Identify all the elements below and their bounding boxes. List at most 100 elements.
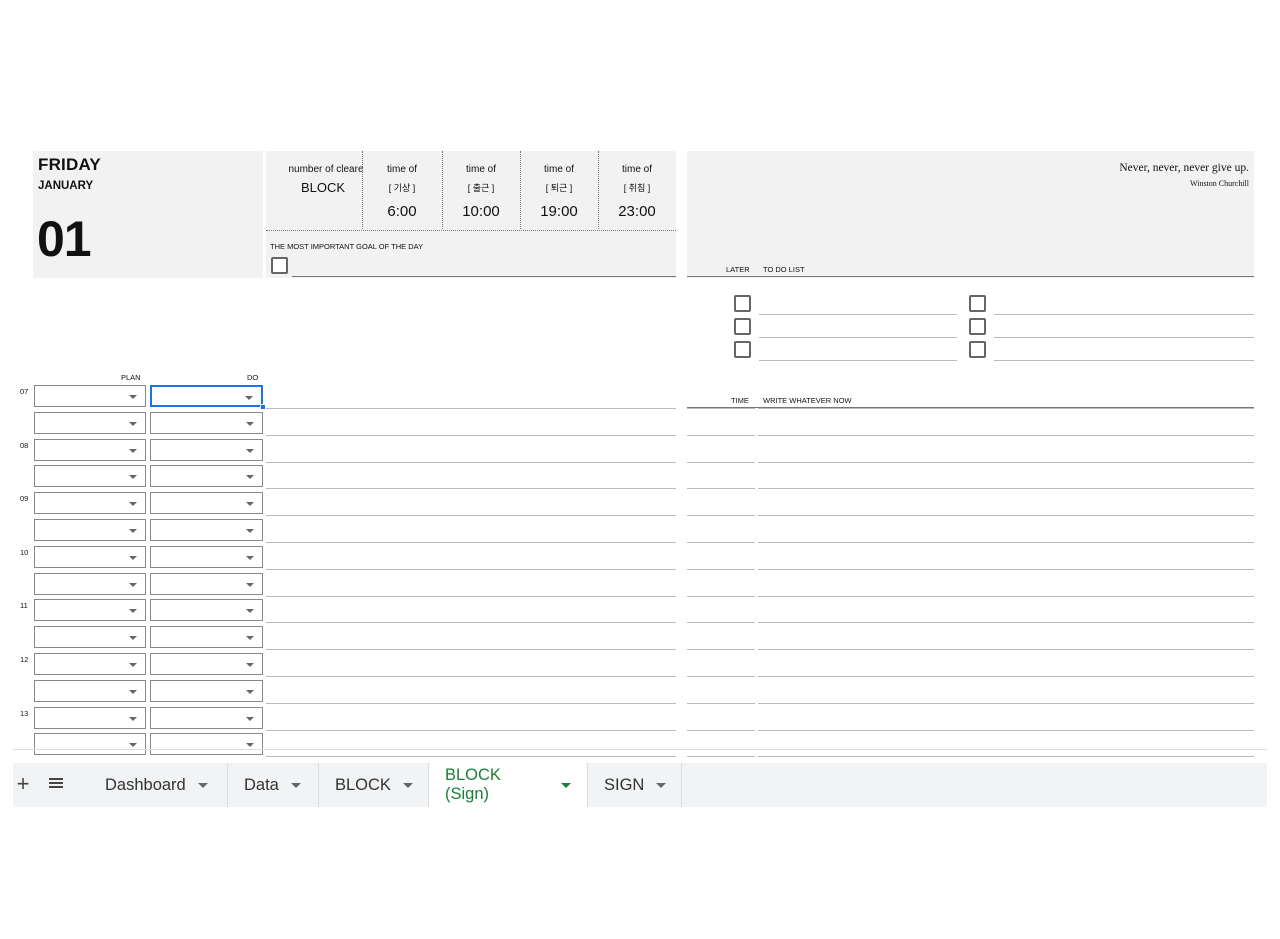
chevron-down-icon[interactable] bbox=[246, 502, 254, 506]
memo-row-line[interactable] bbox=[266, 542, 676, 543]
work-start-time-cell[interactable]: time of [ 출근 ] 10:00 bbox=[442, 151, 520, 229]
chevron-down-icon[interactable] bbox=[246, 663, 254, 667]
time-row-line[interactable] bbox=[687, 596, 755, 597]
time-row-line[interactable] bbox=[687, 730, 755, 731]
memo-row-line[interactable] bbox=[266, 676, 676, 677]
memo-row-line[interactable] bbox=[266, 703, 676, 704]
write-row-line[interactable] bbox=[758, 730, 1254, 731]
plan-dropdown[interactable] bbox=[34, 707, 146, 729]
time-row-line[interactable] bbox=[687, 435, 755, 436]
chevron-down-icon[interactable] bbox=[129, 583, 137, 587]
bed-time-cell[interactable]: time of [ 취침 ] 23:00 bbox=[598, 151, 676, 229]
chevron-down-icon[interactable] bbox=[129, 395, 137, 399]
memo-row-line[interactable] bbox=[266, 515, 676, 516]
plan-dropdown[interactable] bbox=[34, 492, 146, 514]
chevron-down-icon[interactable] bbox=[129, 449, 137, 453]
memo-row-line[interactable] bbox=[266, 408, 676, 409]
do-dropdown[interactable] bbox=[150, 680, 263, 702]
todo-item-line[interactable] bbox=[994, 314, 1254, 315]
chevron-down-icon[interactable] bbox=[656, 782, 667, 788]
chevron-down-icon[interactable] bbox=[245, 396, 253, 400]
chevron-down-icon[interactable] bbox=[129, 422, 137, 426]
write-row-line[interactable] bbox=[758, 542, 1254, 543]
write-row-line[interactable] bbox=[758, 515, 1254, 516]
do-dropdown[interactable] bbox=[150, 439, 263, 461]
plan-dropdown[interactable] bbox=[34, 733, 146, 755]
plan-dropdown[interactable] bbox=[34, 385, 146, 407]
do-dropdown[interactable] bbox=[150, 733, 263, 755]
time-row-line[interactable] bbox=[687, 542, 755, 543]
write-row-line[interactable] bbox=[758, 703, 1254, 704]
memo-row-line[interactable] bbox=[266, 756, 676, 757]
chevron-down-icon[interactable] bbox=[129, 743, 137, 747]
todo-checkbox[interactable] bbox=[969, 318, 986, 335]
goal-checkbox[interactable] bbox=[271, 257, 288, 274]
todo-checkbox[interactable] bbox=[734, 318, 751, 335]
chevron-down-icon[interactable] bbox=[129, 475, 137, 479]
chevron-down-icon[interactable] bbox=[129, 609, 137, 613]
todo-item-line[interactable] bbox=[759, 314, 957, 315]
time-row-line[interactable] bbox=[687, 408, 755, 409]
memo-row-line[interactable] bbox=[266, 649, 676, 650]
chevron-down-icon[interactable] bbox=[129, 690, 137, 694]
todo-item-line[interactable] bbox=[759, 360, 957, 361]
chevron-down-icon[interactable] bbox=[129, 556, 137, 560]
memo-row-line[interactable] bbox=[266, 488, 676, 489]
plan-dropdown[interactable] bbox=[34, 412, 146, 434]
time-row-line[interactable] bbox=[687, 515, 755, 516]
chevron-down-icon[interactable] bbox=[246, 449, 254, 453]
chevron-down-icon[interactable] bbox=[129, 636, 137, 640]
chevron-down-icon[interactable] bbox=[246, 743, 254, 747]
chevron-down-icon[interactable] bbox=[129, 663, 137, 667]
chevron-down-icon[interactable] bbox=[402, 782, 413, 788]
chevron-down-icon[interactable] bbox=[129, 502, 137, 506]
sheet-tab[interactable]: BLOCK bbox=[319, 763, 429, 807]
do-dropdown[interactable] bbox=[150, 573, 263, 595]
goal-input-line[interactable] bbox=[292, 276, 676, 277]
sheet-tab[interactable]: Dashboard bbox=[89, 763, 228, 807]
sheet-tab[interactable]: SIGN bbox=[588, 763, 682, 807]
chevron-down-icon[interactable] bbox=[246, 609, 254, 613]
plan-dropdown[interactable] bbox=[34, 653, 146, 675]
time-row-line[interactable] bbox=[687, 756, 755, 757]
todo-checkbox[interactable] bbox=[734, 295, 751, 312]
memo-row-line[interactable] bbox=[266, 462, 676, 463]
write-row-line[interactable] bbox=[758, 408, 1254, 409]
time-row-line[interactable] bbox=[687, 676, 755, 677]
plan-dropdown[interactable] bbox=[34, 680, 146, 702]
todo-checkbox[interactable] bbox=[969, 341, 986, 358]
chevron-down-icon[interactable] bbox=[246, 636, 254, 640]
plan-dropdown[interactable] bbox=[34, 599, 146, 621]
do-dropdown[interactable] bbox=[150, 599, 263, 621]
do-dropdown[interactable] bbox=[150, 546, 263, 568]
write-row-line[interactable] bbox=[758, 488, 1254, 489]
write-row-line[interactable] bbox=[758, 649, 1254, 650]
chevron-down-icon[interactable] bbox=[246, 556, 254, 560]
sheet-tab[interactable]: Data bbox=[228, 763, 319, 807]
chevron-down-icon[interactable] bbox=[129, 529, 137, 533]
chevron-down-icon[interactable] bbox=[246, 475, 254, 479]
chevron-down-icon[interactable] bbox=[246, 422, 254, 426]
chevron-down-icon[interactable] bbox=[197, 782, 208, 788]
fill-handle[interactable] bbox=[260, 404, 266, 410]
work-end-time-cell[interactable]: time of [ 퇴근 ] 19:00 bbox=[520, 151, 598, 229]
blocks-count-cell[interactable]: number of cleare BLOCK bbox=[280, 151, 366, 229]
time-row-line[interactable] bbox=[687, 569, 755, 570]
list-icon[interactable] bbox=[49, 778, 63, 791]
do-dropdown[interactable] bbox=[150, 492, 263, 514]
write-row-line[interactable] bbox=[758, 622, 1254, 623]
todo-checkbox[interactable] bbox=[734, 341, 751, 358]
do-dropdown[interactable] bbox=[150, 519, 263, 541]
plus-icon[interactable]: + bbox=[13, 772, 33, 796]
memo-row-line[interactable] bbox=[266, 622, 676, 623]
chevron-down-icon[interactable] bbox=[290, 782, 301, 788]
memo-row-line[interactable] bbox=[266, 730, 676, 731]
chevron-down-icon[interactable] bbox=[561, 782, 571, 788]
plan-dropdown[interactable] bbox=[34, 546, 146, 568]
do-dropdown[interactable] bbox=[150, 385, 266, 410]
chevron-down-icon[interactable] bbox=[246, 583, 254, 587]
todo-item-line[interactable] bbox=[759, 337, 957, 338]
write-row-line[interactable] bbox=[758, 756, 1254, 757]
do-dropdown[interactable] bbox=[150, 465, 263, 487]
do-dropdown[interactable] bbox=[150, 626, 263, 648]
